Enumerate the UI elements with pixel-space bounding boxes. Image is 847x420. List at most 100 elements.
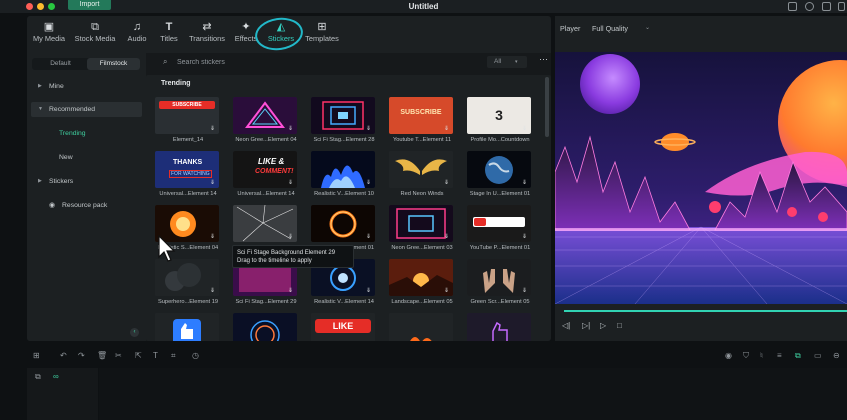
sticker-item[interactable]: LIKE⇓ [311,313,377,341]
undo-icon[interactable]: ↶ [60,351,67,360]
sticker-item[interactable]: ⇓ Neon Gree...Element 03 [389,205,455,257]
split-scissors-icon[interactable]: ✂ [115,351,122,360]
sticker-thumbnail[interactable]: LIKE & COMMENT! ⇓ [233,151,297,188]
sticker-item[interactable]: ⇓ [155,313,221,341]
sidebar-item-stickers[interactable]: ▶ Stickers [31,174,142,189]
playback-progress[interactable] [564,310,847,312]
zoom-out-icon[interactable]: ⊖ [833,351,840,360]
sticker-item[interactable]: 3 ⇓ Profile Mo...Countdown [467,97,533,149]
sticker-item[interactable]: ⇓ Green Scr...Element 05 [467,259,533,311]
sticker-item[interactable]: ⇓ Landscape...Element 05 [389,259,455,311]
download-icon[interactable]: ⇓ [444,288,450,294]
sticker-thumbnail[interactable]: ⇓ [467,259,531,296]
sticker-thumbnail[interactable]: ⇓ [311,151,375,188]
sticker-thumbnail[interactable]: ⇓ [233,205,297,242]
sticker-item[interactable]: LIKE & COMMENT! ⇓ Universal...Element 14 [233,151,299,203]
microphone-icon[interactable]: ♮ [760,351,763,360]
stop-icon[interactable]: □ [617,321,622,330]
sidebar-item-mine[interactable]: ▶ Mine [31,79,142,94]
sticker-item[interactable]: THANKS FOR WATCHING ⇓ Universal...Element 1… [155,151,221,203]
speed-icon[interactable]: ◷ [192,351,199,360]
sticker-item[interactable]: ⇓ Red Neon Winds [389,151,455,203]
sticker-thumbnail[interactable]: ⇓ [389,313,453,341]
select-cursor-icon[interactable]: ⇱ [135,351,142,360]
redo-icon[interactable]: ↷ [78,351,85,360]
download-icon[interactable]: ⇓ [522,126,528,132]
download-icon[interactable]: ⇓ [210,126,216,132]
sticker-thumbnail[interactable]: ⇓ [467,313,531,341]
download-icon[interactable]: ⇓ [210,288,216,294]
more-options-icon[interactable]: ⋯ [539,54,548,65]
render-icon[interactable]: ◉ [725,351,732,360]
sticker-thumbnail[interactable]: THANKS FOR WATCHING ⇓ [155,151,219,188]
tab-titles[interactable]: T Titles [156,20,182,46]
audio-mixer-icon[interactable]: ≡ [777,351,782,360]
sticker-item[interactable]: ⇓ [389,313,455,341]
sticker-thumbnail[interactable]: ⇓ [389,259,453,296]
sticker-item[interactable]: ⇓ YouTube P...Element 01 [467,205,533,257]
tab-my-media[interactable]: ▣ My Media [31,20,67,46]
sticker-thumbnail[interactable]: LIKE⇓ [311,313,375,341]
monitor-icon[interactable] [788,2,797,11]
add-track-icon[interactable]: ⧉ [35,372,41,382]
layout-grid-icon[interactable]: ⊞ [33,351,40,360]
sidebar-item-resource-pack[interactable]: ◉ Resource pack [31,198,142,213]
sticker-item[interactable]: ⇓ Superhero...Element 19 [155,259,221,311]
download-icon[interactable]: ⇓ [444,180,450,186]
sticker-thumbnail[interactable]: ⇓ [389,205,453,242]
download-icon[interactable]: ⇓ [366,234,372,240]
sidebar-item-new[interactable]: New [31,150,142,165]
play-icon[interactable]: ▷ [600,321,606,330]
sticker-thumbnail[interactable]: ⇓ [155,313,219,341]
sticker-item[interactable]: SUBSCRIBE ⇓ Youtube T...Element 11 [389,97,455,149]
filter-dropdown[interactable]: All ▾ [487,56,527,68]
step-back-icon[interactable]: ▷| [582,321,590,330]
sticker-item[interactable]: ⇓ Realistic V...Element 10 [311,151,377,203]
download-icon[interactable]: ⇓ [444,126,450,132]
sidebar-item-recommended[interactable]: ▼ Recommended [31,102,142,117]
segment-filmstock[interactable]: Filmstock [87,58,140,70]
delete-icon[interactable]: 🗑 [97,351,107,360]
save-icon[interactable] [822,2,831,11]
tab-templates[interactable]: ⊞ Templates [303,20,341,46]
download-icon[interactable]: ⇓ [288,234,294,240]
sticker-item[interactable]: ⇓ Sci Fi Stag...Element 28 [311,97,377,149]
download-icon[interactable]: ⇓ [288,288,294,294]
sticker-thumbnail[interactable]: 3 ⇓ [467,97,531,134]
sticker-thumbnail[interactable]: ⇓ [311,97,375,134]
zoom-fit-icon[interactable]: ▭ [814,351,822,360]
sticker-item[interactable]: ⇓ [467,313,533,341]
download-icon[interactable]: ⇓ [366,180,372,186]
sticker-thumbnail[interactable]: ⇓ [233,97,297,134]
sticker-item[interactable]: ⇓ Stage In U...Element 01 [467,151,533,203]
cloud-icon[interactable] [805,2,814,11]
grid-scrollbar[interactable] [545,77,549,137]
sticker-thumbnail[interactable]: ⇓ [155,259,219,296]
tab-audio[interactable]: ♫ Audio [123,20,151,46]
tab-transitions[interactable]: ⇄ Transitions [185,20,229,46]
sticker-thumbnail[interactable]: ⇓ [233,313,297,341]
layout-icon[interactable] [838,2,845,11]
sticker-item[interactable]: ⇓ [233,313,299,341]
collapse-sidebar-button[interactable]: ‹ [130,328,139,337]
sticker-thumbnail[interactable]: ⇓ [311,205,375,242]
download-icon[interactable]: ⇓ [522,288,528,294]
download-icon[interactable]: ⇓ [444,234,450,240]
sticker-thumbnail[interactable]: ⇓ [467,205,531,242]
quality-dropdown[interactable]: Full Quality [592,24,628,33]
sticker-thumbnail[interactable]: ⇓ [389,151,453,188]
download-icon[interactable]: ⇓ [522,180,528,186]
download-icon[interactable]: ⇓ [210,180,216,186]
sidebar-item-trending[interactable]: Trending [31,126,142,141]
download-icon[interactable]: ⇓ [366,126,372,132]
text-icon[interactable]: T [153,351,158,360]
preview-screen[interactable] [555,52,847,304]
sticker-thumbnail[interactable]: SUBSCRIBE ⇓ [155,97,219,134]
link-icon[interactable]: ∞ [53,372,59,381]
download-icon[interactable]: ⇓ [522,234,528,240]
sticker-item[interactable]: SUBSCRIBE ⇓ Element_14 [155,97,221,149]
search-input[interactable] [177,56,477,68]
timeline-area[interactable] [99,368,847,420]
download-icon[interactable]: ⇓ [210,234,216,240]
sticker-item[interactable]: ⇓ Neon Gree...Element 04 [233,97,299,149]
